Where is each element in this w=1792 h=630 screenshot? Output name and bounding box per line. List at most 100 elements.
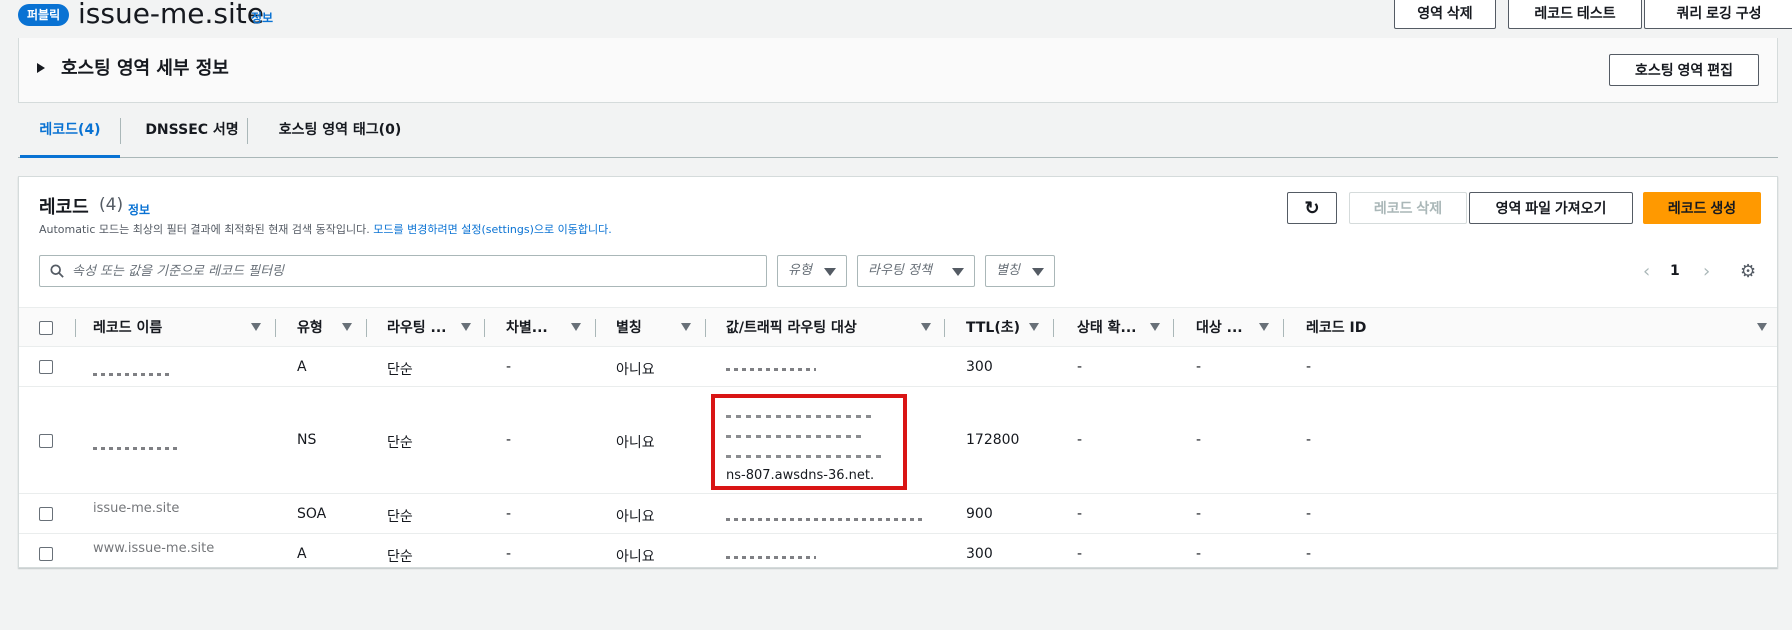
record-name[interactable] [93,438,177,454]
pager-next-button[interactable]: › [1703,261,1710,282]
col-differentiator[interactable]: 차별... [506,308,548,348]
select-all-checkbox[interactable] [39,321,53,335]
column-divider [944,319,945,337]
table-header: 레코드 이름 유형 라우팅 ... 차별... 별칭 값/트래픽 라우팅 대상 … [19,307,1777,347]
column-divider [484,319,485,337]
column-divider [75,319,76,337]
col-evaluate-target[interactable]: 대상 ... [1196,308,1243,348]
caret-down-icon [824,268,836,276]
gear-icon[interactable]: ⚙ [1740,261,1756,282]
sort-icon[interactable] [251,323,261,331]
filter-type[interactable]: 유형 [777,255,847,287]
column-divider [1283,319,1284,337]
zone-info-link[interactable]: 정보 [251,9,273,26]
record-id: - [1306,506,1312,522]
table-row[interactable]: A 단순 - 아니요 300 - - - [19,348,1777,387]
record-differentiator: - [506,546,512,562]
col-routing[interactable]: 라우팅 ... [387,308,446,348]
search-input[interactable] [72,256,752,286]
test-record-button[interactable]: 레코드 테스트 [1508,0,1642,29]
record-id: - [1306,432,1312,448]
record-target: - [1196,359,1202,375]
description-text: Automatic 모드는 최상의 필터 결과에 최적화된 현재 검색 동작입니… [39,223,374,236]
record-differentiator: - [506,432,512,448]
sort-icon[interactable] [1029,323,1039,331]
record-health: - [1077,546,1083,562]
record-ttl: 900 [966,506,993,522]
pager-prev-button[interactable]: ‹ [1643,261,1650,282]
tab-divider [120,118,121,144]
col-type[interactable]: 유형 [297,308,323,348]
col-value[interactable]: 값/트래픽 라우팅 대상 [726,308,857,348]
row-checkbox[interactable] [39,434,53,448]
record-id: - [1306,359,1312,375]
column-divider [705,319,706,337]
records-panel: 레코드 (4) 정보 Automatic 모드는 최상의 필터 결과에 최적화된… [18,176,1778,568]
query-logging-button[interactable]: 쿼리 로깅 구성 [1644,0,1792,29]
col-record-name[interactable]: 레코드 이름 [93,308,162,348]
record-name[interactable]: www.issue-me.site [93,541,214,556]
record-ttl: 172800 [966,432,1020,448]
sort-icon[interactable] [461,323,471,331]
pager-page[interactable]: 1 [1670,263,1680,279]
table-row[interactable]: issue-me.site SOA 단순 - 아니요 900 - - - [19,495,1777,534]
col-health-check[interactable]: 상태 확... [1077,308,1136,348]
hosted-zone-details-toggle[interactable]: 호스팅 영역 세부 정보 [61,54,229,80]
col-ttl[interactable]: TTL(초) [966,308,1020,348]
edit-hosted-zone-button[interactable]: 호스팅 영역 편집 [1609,54,1759,86]
redacted-text [726,368,816,371]
redacted-text [726,518,922,521]
tab-records[interactable]: 레코드(4) [20,108,120,158]
row-checkbox[interactable] [39,360,53,374]
record-routing: 단순 [387,362,413,378]
refresh-button[interactable]: ↻ [1287,192,1337,224]
caret-down-icon [952,268,964,276]
sort-icon[interactable] [571,323,581,331]
delete-zone-button[interactable]: 영역 삭제 [1394,0,1496,29]
record-type: SOA [297,506,327,522]
record-name[interactable]: issue-me.site [93,501,179,516]
record-value [726,509,922,525]
filter-routing-policy[interactable]: 라우팅 정책 [857,255,975,287]
tab-dnssec[interactable]: DNSSEC 서명 [122,108,262,158]
record-health: - [1077,359,1083,375]
sort-icon[interactable] [1757,323,1767,331]
column-divider [366,319,367,337]
settings-link[interactable]: 모드를 변경하려면 설정(settings)으로 이동합니다. [373,223,611,236]
refresh-icon: ↻ [1304,198,1320,218]
table-row[interactable]: NS 단순 - 아니요 ns-807.awsdns-36.net. 172800… [19,388,1777,494]
column-divider [595,319,596,337]
hosted-zone-details-panel: 호스팅 영역 세부 정보 [18,38,1778,103]
expand-caret-icon[interactable] [37,63,45,73]
filter-alias[interactable]: 별칭 [985,255,1055,287]
record-routing: 단순 [387,549,413,565]
import-zone-file-button[interactable]: 영역 파일 가져오기 [1469,192,1633,224]
record-name[interactable] [93,364,173,380]
record-routing: 단순 [387,509,413,525]
delete-record-button[interactable]: 레코드 삭제 [1349,192,1467,224]
caret-down-icon [1032,268,1044,276]
zone-title: issue-me.site [78,0,265,30]
row-checkbox[interactable] [39,507,53,521]
record-type: A [297,546,307,562]
tab-bar: 레코드(4) DNSSEC 서명 호스팅 영역 태그(0) [18,108,1778,158]
create-record-button[interactable]: 레코드 생성 [1643,192,1761,224]
filter-type-label: 유형 [788,263,812,278]
record-ttl: 300 [966,359,993,375]
row-checkbox[interactable] [39,547,53,561]
tab-tags[interactable]: 호스팅 영역 태그(0) [250,108,430,158]
sort-icon[interactable] [681,323,691,331]
sort-icon[interactable] [1150,323,1160,331]
record-value [726,547,816,563]
redacted-text [93,373,173,376]
sort-icon[interactable] [921,323,931,331]
table-row[interactable]: www.issue-me.site A 단순 - 아니요 300 - - - [19,535,1777,569]
col-alias[interactable]: 별칭 [616,308,642,348]
record-type: NS [297,432,317,448]
filter-alias-label: 별칭 [996,263,1020,278]
sort-icon[interactable] [1259,323,1269,331]
records-info-link[interactable]: 정보 [128,201,150,218]
col-record-id[interactable]: 레코드 ID [1306,308,1366,348]
record-ttl: 300 [966,546,993,562]
sort-icon[interactable] [342,323,352,331]
